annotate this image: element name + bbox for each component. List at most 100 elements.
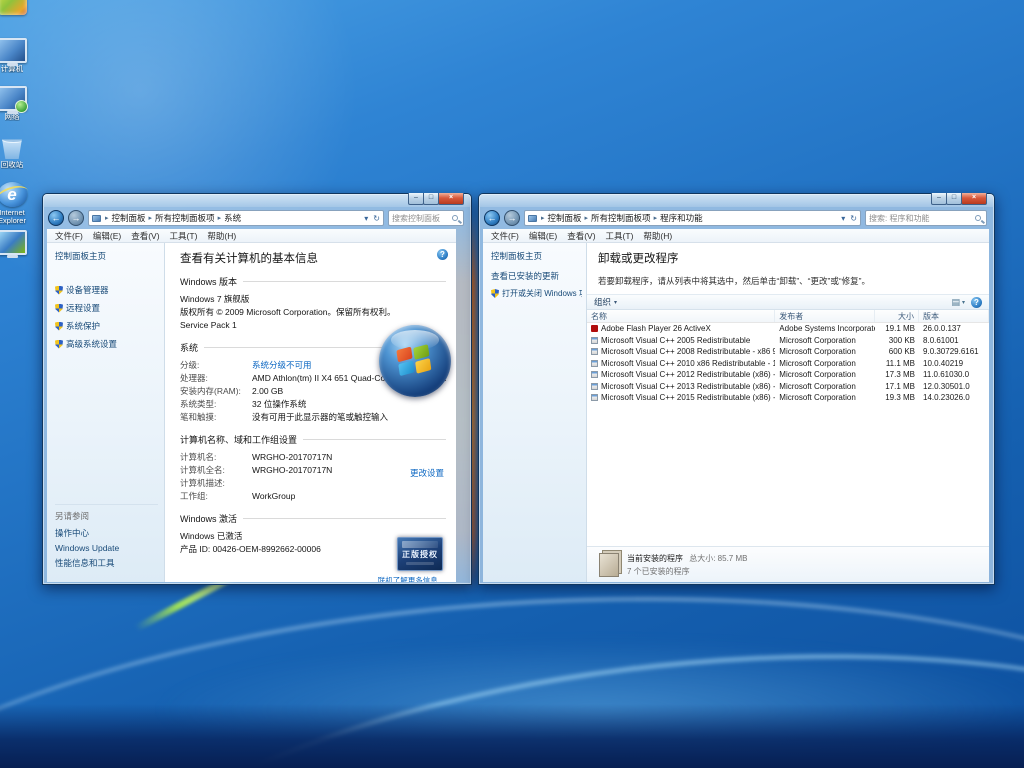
sidebar-task-link[interactable]: 高级系统设置 [55,338,160,350]
close-button[interactable]: × [961,193,987,205]
program-publisher-cell: Adobe Systems Incorporated [775,324,875,333]
menu-item[interactable]: 编辑(E) [524,230,562,242]
program-name-cell: Microsoft Visual C++ 2005 Redistributabl… [587,336,775,345]
menu-item[interactable]: 查看(V) [126,230,164,242]
minimize-button[interactable]: – [408,193,424,205]
sidebar-task-link[interactable]: 远程设置 [55,302,160,314]
system-info-label: 笔和触摸: [180,411,252,424]
programs-window-titlebar[interactable]: – □ × [479,194,994,207]
dropdown-icon: ▾ [614,299,617,306]
system-sidebar: 控制面板主页 设备管理器 远程设置 [47,243,165,582]
sidebar-item-view-updates[interactable]: 查看已安装的更新 [491,270,582,282]
breadcrumb-segment[interactable]: 系统 [224,212,241,224]
desktop-icon-glyph [0,230,27,255]
program-row[interactable]: Microsoft Visual C++ 2008 Redistributabl… [587,346,989,358]
menu-item[interactable]: 帮助(H) [638,230,677,242]
change-settings-link[interactable]: 更改设置 [410,467,444,479]
breadcrumb[interactable]: ▸ 控制面板 ▸ 所有控制面板项 ▸ 系统 ▾ ↻ [88,210,384,226]
menu-item[interactable]: 文件(F) [50,230,88,242]
command-toolbar: 组织 ▾ ▤ ▾ ? [587,294,989,310]
breadcrumb[interactable]: ▸ 控制面板 ▸ 所有控制面板项 ▸ 程序和功能 ▾ ↻ [524,210,861,226]
desktop-icon[interactable]: 计算机 [0,38,37,86]
sidebar-task-label: 高级系统设置 [66,338,117,350]
forward-button[interactable]: → [504,210,520,226]
breadcrumb-segment[interactable]: 所有控制面板项 [155,212,215,224]
breadcrumb-dropdown-icon[interactable]: ▾ [841,214,845,223]
uac-shield-icon [55,286,63,295]
program-name-cell: Microsoft Visual C++ 2010 x86 Redistribu… [587,359,775,368]
program-row[interactable]: Microsoft Visual C++ 2013 Redistributabl… [587,381,989,393]
genuine-learn-more-link[interactable]: 联机了解更多信息... [378,575,444,582]
maximize-button[interactable]: □ [946,193,962,205]
menu-item[interactable]: 帮助(H) [202,230,241,242]
program-size-cell: 11.1 MB [875,359,919,368]
menu-bar: 文件(F)编辑(E)查看(V)工具(T)帮助(H) [483,229,989,243]
search-box [388,210,464,226]
computer-name-row: 计算机全名: WRGHO-20170717N [180,464,446,477]
search-input[interactable] [866,214,975,223]
column-header-name[interactable]: 名称 [587,310,775,322]
help-icon[interactable]: ? [971,297,982,308]
menu-item[interactable]: 文件(F) [486,230,524,242]
program-name: Microsoft Visual C++ 2013 Redistributabl… [601,382,775,391]
sidebar-item-control-panel-home[interactable]: 控制面板主页 [55,250,160,262]
menu-item[interactable]: 编辑(E) [88,230,126,242]
program-size-cell: 19.3 MB [875,393,919,402]
program-row[interactable]: Microsoft Visual C++ 2015 Redistributabl… [587,392,989,404]
page-title: 查看有关计算机的基本信息 [180,250,446,266]
breadcrumb-segment[interactable]: 控制面板 [548,212,582,224]
desktop-icon[interactable]: 网络 [0,86,37,134]
genuine-windows-badge[interactable]: 正版授权 [397,537,443,571]
program-name-cell: Microsoft Visual C++ 2013 Redistributabl… [587,382,775,391]
maximize-button[interactable]: □ [423,193,439,205]
organize-button[interactable]: 组织 ▾ [594,296,617,308]
sidebar-item-windows-features[interactable]: 打开或关闭 Windows 功能 [491,288,582,299]
program-name: Microsoft Visual C++ 2012 Redistributabl… [601,370,775,379]
back-button[interactable]: ← [48,210,64,226]
breadcrumb-segment[interactable]: 所有控制面板项 [591,212,651,224]
column-header-version[interactable]: 版本 [919,310,989,322]
program-publisher-cell: Microsoft Corporation [775,382,875,391]
sidebar-task-link[interactable]: 设备管理器 [55,284,160,296]
desktop-icon[interactable] [0,230,37,278]
program-row[interactable]: Microsoft Visual C++ 2005 Redistributabl… [587,335,989,347]
menu-item[interactable]: 工具(T) [601,230,639,242]
breadcrumb-segment[interactable]: 控制面板 [112,212,146,224]
change-view-button[interactable]: ▤ ▾ [951,297,965,308]
desktop-icon-glyph [0,38,27,63]
program-row[interactable]: Adobe Flash Player 26 ActiveX Adobe Syst… [587,323,989,335]
uac-shield-icon [55,304,63,313]
program-row[interactable]: Microsoft Visual C++ 2012 Redistributabl… [587,369,989,381]
desktop-icon[interactable] [0,0,37,38]
search-icon[interactable] [975,215,981,221]
computer-name-block: 计算机名: WRGHO-20170717N 计算机全名: WRGHO-20170… [180,451,446,503]
see-also-link[interactable]: 性能信息和工具 [55,557,158,569]
help-icon[interactable]: ? [437,249,448,260]
sidebar-task-link[interactable]: 系统保护 [55,320,160,332]
sidebar-item-control-panel-home[interactable]: 控制面板主页 [491,250,582,262]
minimize-button[interactable]: – [931,193,947,205]
breadcrumb-segment[interactable]: 程序和功能 [660,212,703,224]
column-header-publisher[interactable]: 发布者 [775,310,875,322]
refresh-icon[interactable]: ↻ [373,214,380,223]
back-button[interactable]: ← [484,210,500,226]
see-also-link[interactable]: 操作中心 [55,527,158,539]
refresh-icon[interactable]: ↻ [850,214,857,223]
column-header-size[interactable]: 大小 [875,310,919,322]
menu-item[interactable]: 工具(T) [165,230,203,242]
search-input[interactable] [389,214,452,223]
desktop-icon[interactable]: 回收站 [0,134,37,182]
sidebar-task-links: 设备管理器 远程设置 系统保护 [55,284,160,350]
system-window-titlebar[interactable]: – □ × [43,194,471,207]
close-button[interactable]: × [438,193,464,205]
search-icon[interactable] [452,215,458,221]
menu-item[interactable]: 查看(V) [562,230,600,242]
program-name-cell: Adobe Flash Player 26 ActiveX [587,324,775,333]
see-also-link[interactable]: Windows Update [55,543,158,553]
program-row[interactable]: Microsoft Visual C++ 2010 x86 Redistribu… [587,358,989,370]
desktop-icon[interactable]: Internet Explorer [0,182,37,230]
breadcrumb-dropdown-icon[interactable]: ▾ [364,214,368,223]
forward-button[interactable]: → [68,210,84,226]
uac-shield-icon [55,340,63,349]
system-info-row: 系统类型: 32 位操作系统 [180,398,446,411]
